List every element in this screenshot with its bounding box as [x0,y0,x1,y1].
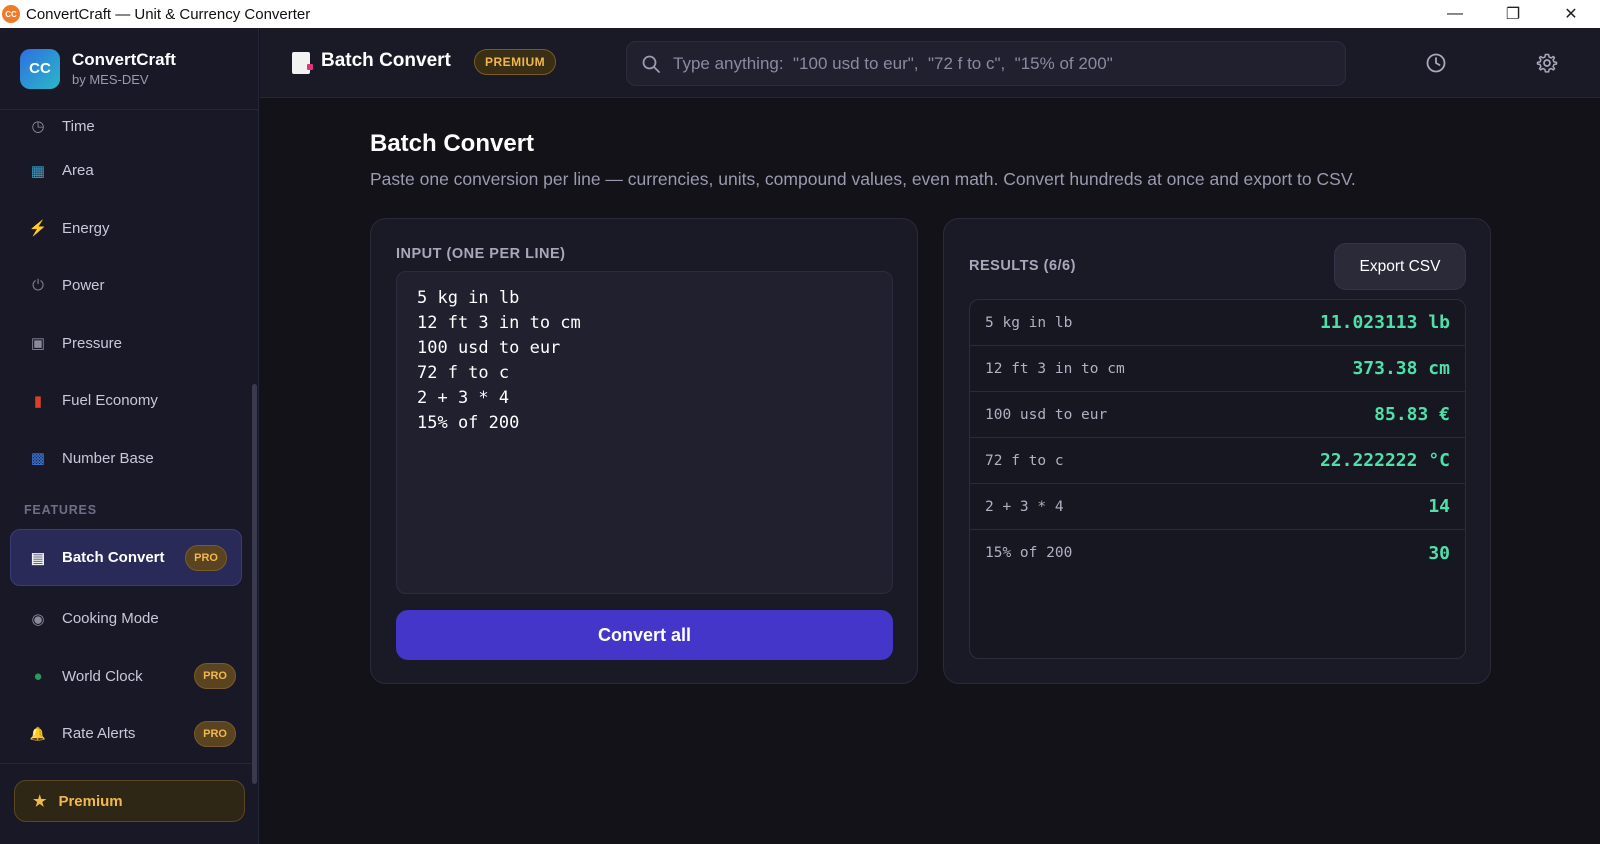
input-line: 15% of 200 [417,413,520,433]
result-expression: 15% of 200 [985,545,1073,561]
globe-icon: ● [33,667,43,685]
result-expression: 12 ft 3 in to cm [985,360,1125,377]
star-icon: ★ [33,793,47,810]
result-row: 15% of 200 30 [970,530,1465,576]
search-icon [642,55,660,73]
features-heading: FEATURES [24,503,97,517]
sidebar-item-label: Pressure [62,334,123,352]
input-line: 100 usd to eur [417,338,561,358]
result-expression: 100 usd to eur [985,406,1108,423]
restore-button[interactable]: ❐ [1484,0,1542,28]
brand: CC ConvertCraft by MES-DEV [0,28,258,110]
close-button[interactable]: ✕ [1542,0,1600,28]
bell-icon: 🔔 [29,725,47,741]
result-expression: 72 f to c [985,452,1064,469]
export-csv-button[interactable]: Export CSV [1334,243,1466,290]
sidebar-divider [0,763,252,764]
sidebar-item-area[interactable]: ▦ Area [0,142,252,200]
input-panel: INPUT (ONE PER LINE) 5 kg in lb 12 ft 3 … [370,218,918,684]
sidebar-item-cooking-mode[interactable]: ◉ Cooking Mode [0,590,252,648]
gear-icon[interactable] [1536,52,1558,74]
results-label: RESULTS (6/6) [969,258,1076,274]
sidebar-item-label: Cooking Mode [62,610,159,628]
document-icon: ▤ [30,549,46,567]
pro-badge: PRO [185,544,227,571]
result-row: 5 kg in lb 11.023113 lb [970,300,1465,346]
document-icon [292,52,313,74]
window-titlebar: CC ConvertCraft — Unit & Currency Conver… [0,0,1600,28]
result-expression: 5 kg in lb [985,314,1073,331]
brand-subtitle: by MES-DEV [72,72,149,87]
page-subtitle: Paste one conversion per line — currenci… [370,169,1356,189]
header-title: Batch Convert [321,50,451,71]
search-input[interactable] [673,53,1333,74]
sidebar-item-label: Fuel Economy [62,392,158,410]
page-title: Batch Convert [370,130,535,157]
clock-icon: ◷ [31,118,45,135]
window-controls: — ❐ ✕ [1426,0,1600,28]
sidebar-item-batch-convert[interactable]: ▤ Batch Convert PRO [10,529,242,586]
history-icon[interactable] [1425,52,1447,74]
input-line: 12 ft 3 in to cm [417,313,581,333]
sidebar-item-rate-alerts[interactable]: 🔔 Rate Alerts PRO [0,705,252,763]
result-value: 30 [1428,542,1450,564]
gauge-icon: ▣ [30,335,46,353]
results-panel: RESULTS (6/6) Export CSV 5 kg in lb 11.0… [943,218,1491,684]
numbers-icon: ▩ [30,450,46,468]
brand-name: ConvertCraft [72,50,176,69]
lightning-icon: ⚡ [28,220,48,238]
result-expression: 2 + 3 * 4 [985,498,1064,515]
fuel-pump-icon: ▮ [33,392,43,410]
sidebar-item-label: Power [62,277,105,295]
minimize-button[interactable]: — [1426,0,1484,28]
sidebar: CC ConvertCraft by MES-DEV ◷ Time ▦ Area… [0,28,259,844]
result-value: 11.023113 lb [1319,312,1450,333]
result-value: 373.38 cm [1352,358,1450,379]
sidebar-item-label: Number Base [62,449,154,467]
sidebar-nav: ◷ Time ▦ Area ⚡ Energy ⏻ Power ▣ Pressur… [0,116,252,763]
sidebar-item-label: Batch Convert [62,549,165,566]
input-line: 72 f to c [417,363,510,383]
result-value: 14 [1428,496,1450,517]
sidebar-item-energy[interactable]: ⚡ Energy [0,200,252,258]
premium-badge: PREMIUM [474,49,557,75]
premium-button[interactable]: ★ Premium [14,780,245,822]
sidebar-item-fuel-economy[interactable]: ▮ Fuel Economy [0,372,252,430]
results-list: 5 kg in lb 11.023113 lb 12 ft 3 in to cm… [969,299,1466,659]
plug-icon: ⏻ [32,277,44,295]
result-value: 22.222222 °C [1319,450,1450,471]
pan-icon: ◉ [31,610,45,628]
sidebar-item-time[interactable]: ◷ Time [0,110,252,142]
sidebar-item-label: Time [62,117,95,135]
app-logo: CC [20,48,60,89]
input-label: INPUT (ONE PER LINE) [396,246,566,262]
input-line: 2 + 3 * 4 [417,388,510,408]
top-header: Batch Convert PREMIUM [260,28,1600,98]
sidebar-item-label: World Clock [62,667,143,685]
sidebar-item-label: Rate Alerts [62,725,136,743]
result-row: 72 f to c 22.222222 °C [970,438,1465,484]
sidebar-item-label: Area [62,162,94,180]
convert-all-button[interactable]: Convert all [396,610,893,660]
sidebar-item-pressure[interactable]: ▣ Pressure [0,315,252,373]
sidebar-item-power[interactable]: ⏻ Power [0,257,252,315]
sidebar-item-world-clock[interactable]: ● World Clock PRO [0,648,252,706]
result-row: 12 ft 3 in to cm 373.38 cm [970,346,1465,392]
map-icon: ▦ [30,162,46,180]
premium-button-label: Premium [58,792,123,810]
sidebar-item-number-base[interactable]: ▩ Number Base [0,430,252,488]
result-value: 85.83 € [1374,404,1450,425]
search-bar[interactable] [626,41,1346,86]
pro-badge: PRO [194,720,236,747]
window-title: ConvertCraft — Unit & Currency Converter [26,5,311,23]
batch-input-textarea[interactable]: 5 kg in lb 12 ft 3 in to cm 100 usd to e… [396,271,893,594]
result-row: 2 + 3 * 4 14 [970,484,1465,530]
pro-badge: PRO [194,663,236,690]
app-icon: CC [2,5,20,23]
sidebar-item-label: Energy [62,219,110,237]
result-row: 100 usd to eur 85.83 € [970,392,1465,438]
input-line: 5 kg in lb [417,288,520,308]
sidebar-scrollbar[interactable] [252,384,257,784]
main-content: Batch Convert Paste one conversion per l… [260,98,1600,844]
